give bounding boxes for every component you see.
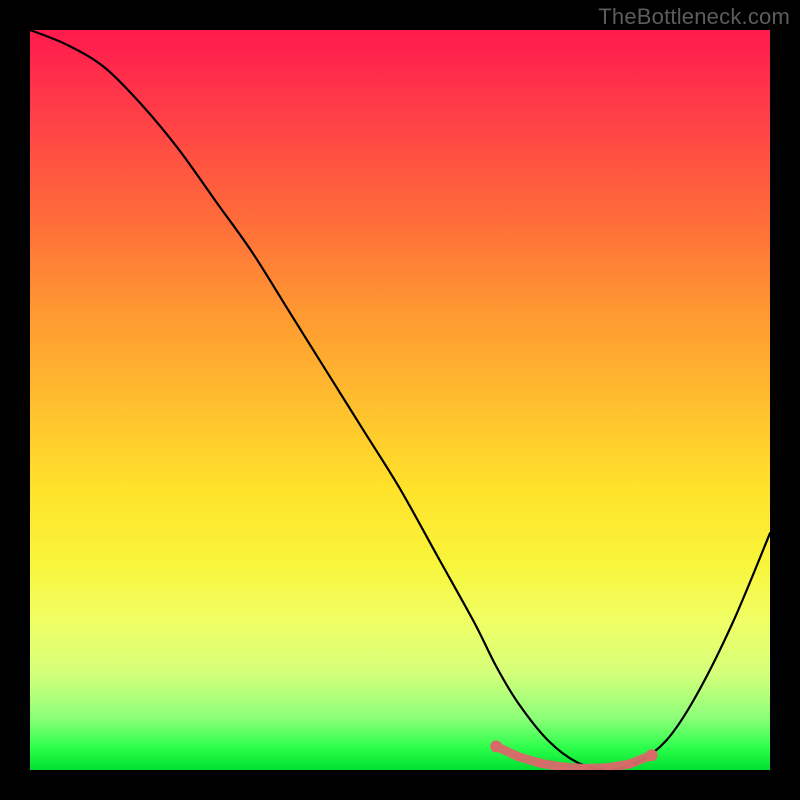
curve-svg [30,30,770,770]
highlight-endpoint [646,749,658,761]
watermark-text: TheBottleneck.com [598,4,790,30]
highlight-markers [490,740,657,768]
highlight-endpoint [490,740,502,752]
bottleneck-curve-line [30,30,770,770]
chart-frame: TheBottleneck.com [0,0,800,800]
plot-area [30,30,770,770]
